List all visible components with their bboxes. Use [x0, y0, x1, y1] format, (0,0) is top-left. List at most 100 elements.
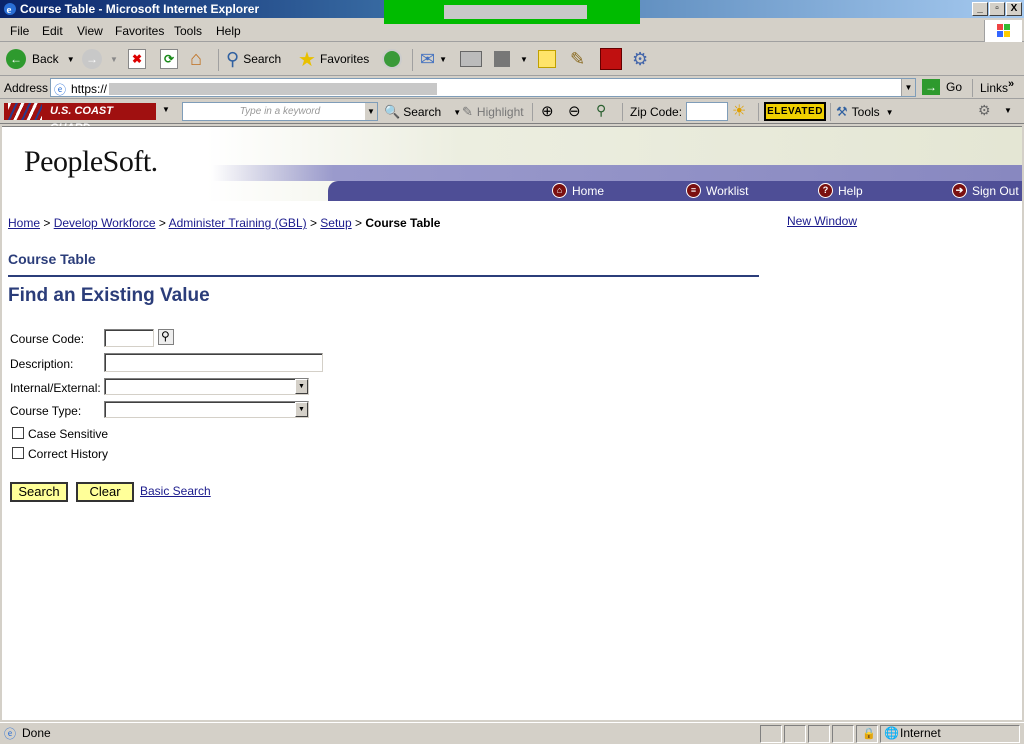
mail-button[interactable]: ✉ ▼	[420, 48, 447, 70]
threat-level-badge[interactable]: ELEVATED	[764, 102, 826, 121]
internal-external-label: Internal/External:	[10, 381, 101, 395]
menu-bar: File Edit View Favorites Tools Help	[0, 20, 1024, 42]
history-button[interactable]	[382, 48, 402, 70]
search-doc-icon: 🔍	[384, 104, 401, 119]
course-code-input[interactable]	[104, 329, 154, 347]
go-button[interactable]: → Go	[922, 79, 962, 95]
case-sensitive-checkbox[interactable]	[12, 427, 24, 439]
nav-home[interactable]: ⌂ Home	[552, 183, 604, 198]
zoom-in-icon[interactable]: ⊕	[541, 102, 554, 120]
go-arrow-icon: →	[922, 79, 940, 95]
restore-button[interactable]: ▫	[989, 2, 1005, 16]
correct-history-label: Correct History	[28, 447, 109, 461]
chevron-down-icon[interactable]: ▼	[1004, 106, 1012, 115]
sign-out-icon: ➔	[952, 183, 967, 198]
page-viewport: PeopleSoft. ⌂ Home ≡ Worklist ? Help ➔ Sign …	[2, 126, 1022, 720]
refresh-icon: ⟳	[160, 49, 178, 69]
edit-icon	[494, 51, 510, 67]
status-text: Done	[22, 726, 51, 740]
keyword-input[interactable]: Type in a keyword ▼	[182, 102, 378, 121]
nav-worklist-label: Worklist	[706, 183, 749, 198]
print-button[interactable]	[460, 48, 482, 70]
refresh-button[interactable]: ⟳	[160, 48, 178, 70]
breadcrumb-setup[interactable]: Setup	[320, 216, 351, 230]
chevron-down-icon[interactable]: ▼	[162, 105, 170, 114]
nav-home-label: Home	[572, 183, 605, 198]
search-label: Search	[243, 52, 282, 66]
forward-button[interactable]: → ▼	[82, 48, 118, 70]
forward-arrow-icon: →	[82, 49, 102, 69]
favorites-button[interactable]: ★ Favorites	[298, 48, 369, 71]
discuss-button[interactable]	[538, 48, 556, 70]
nav-worklist[interactable]: ≡ Worklist	[686, 183, 748, 198]
double-chevron-icon[interactable]: »	[1008, 78, 1014, 90]
chevron-down-icon[interactable]: ▼	[886, 108, 894, 117]
close-button[interactable]: X	[1006, 2, 1022, 16]
redacted-url	[109, 83, 437, 95]
internal-external-select[interactable]: ▼	[104, 378, 309, 395]
research-button[interactable]: ✎	[570, 48, 585, 70]
menu-view[interactable]: View	[77, 24, 103, 38]
worklist-icon: ≡	[686, 183, 701, 198]
cg-search-button[interactable]: 🔍 Search ▼	[384, 104, 461, 120]
print-icon	[460, 51, 482, 67]
course-type-select[interactable]: ▼	[104, 401, 309, 418]
breadcrumb-administer-training[interactable]: Administer Training (GBL)	[169, 216, 307, 230]
search-button[interactable]: Search	[10, 482, 68, 502]
chevron-down-icon: ▼	[295, 402, 308, 417]
minimize-button[interactable]: _	[972, 2, 988, 16]
title-divider	[8, 275, 759, 277]
nav-sign-out[interactable]: ➔ Sign Out	[952, 183, 1019, 198]
search-heading: Find an Existing Value	[8, 285, 210, 306]
address-input[interactable]: ⓔ https:// ▼	[50, 78, 916, 97]
sun-icon[interactable]: ☀	[732, 101, 746, 121]
chevron-down-icon[interactable]: ▼	[901, 79, 915, 96]
highlight-button[interactable]: ✎ Highlight	[462, 104, 524, 120]
description-input[interactable]	[104, 353, 323, 372]
home-button[interactable]: ⌂	[190, 48, 202, 70]
messenger-button[interactable]	[600, 48, 622, 70]
coast-guard-logo[interactable]: U.S. COAST GUARD	[4, 103, 156, 134]
zip-input[interactable]	[686, 102, 728, 121]
edit-button[interactable]: ▼	[494, 48, 528, 70]
locate-icon[interactable]: ⚲	[596, 102, 606, 119]
menu-edit[interactable]: Edit	[42, 24, 63, 38]
globe-icon: 🌐	[884, 726, 899, 740]
keyword-placeholder: Type in a keyword	[239, 106, 321, 117]
zip-label: Zip Code:	[630, 105, 683, 119]
clear-button[interactable]: Clear	[76, 482, 134, 502]
basic-search-link[interactable]: Basic Search	[140, 484, 211, 498]
menu-help[interactable]: Help	[216, 24, 241, 38]
breadcrumb-develop-workforce[interactable]: Develop Workforce	[54, 216, 156, 230]
chevron-down-icon[interactable]: ▼	[110, 55, 118, 64]
tools-extra-button[interactable]: ⚙	[632, 48, 648, 70]
tools-extra-icon: ⚙	[632, 48, 649, 69]
chevron-down-icon[interactable]: ▼	[67, 55, 75, 64]
menu-tools[interactable]: Tools	[174, 24, 202, 38]
toolbar-options-icon[interactable]: ⚙	[978, 102, 991, 119]
chevron-down-icon[interactable]: ▼	[365, 103, 377, 120]
nav-help[interactable]: ? Help	[818, 183, 863, 198]
messenger-icon	[600, 48, 622, 70]
search-button[interactable]: ⚲ Search	[226, 48, 281, 70]
windows-logo-icon	[984, 20, 1022, 42]
chevron-down-icon[interactable]: ▼	[520, 55, 528, 64]
back-button[interactable]: ← Back ▼	[6, 48, 75, 70]
search-icon: ⚲	[226, 48, 240, 69]
correct-history-checkbox[interactable]	[12, 447, 24, 459]
coast-guard-toolbar: U.S. COAST GUARD ▼ Type in a keyword ▼ 🔍…	[0, 100, 1024, 134]
case-sensitive-label: Case Sensitive	[28, 427, 109, 441]
menu-favorites[interactable]: Favorites	[115, 24, 164, 38]
breadcrumb-home[interactable]: Home	[8, 216, 40, 230]
zoom-out-icon[interactable]: ⊖	[568, 102, 581, 120]
tools-icon: ⚒	[836, 104, 848, 119]
stop-button[interactable]: ✖	[128, 48, 146, 70]
chevron-down-icon[interactable]: ▼	[453, 108, 461, 117]
chevron-down-icon[interactable]: ▼	[439, 55, 447, 64]
links-button[interactable]: Links	[980, 81, 1008, 95]
lookup-button[interactable]: ⚲	[158, 329, 174, 345]
cg-tools-button[interactable]: ⚒ Tools ▼	[836, 104, 894, 120]
new-window-link[interactable]: New Window	[787, 214, 857, 228]
menu-file[interactable]: File	[10, 24, 29, 38]
security-zone: Internet	[900, 726, 941, 740]
